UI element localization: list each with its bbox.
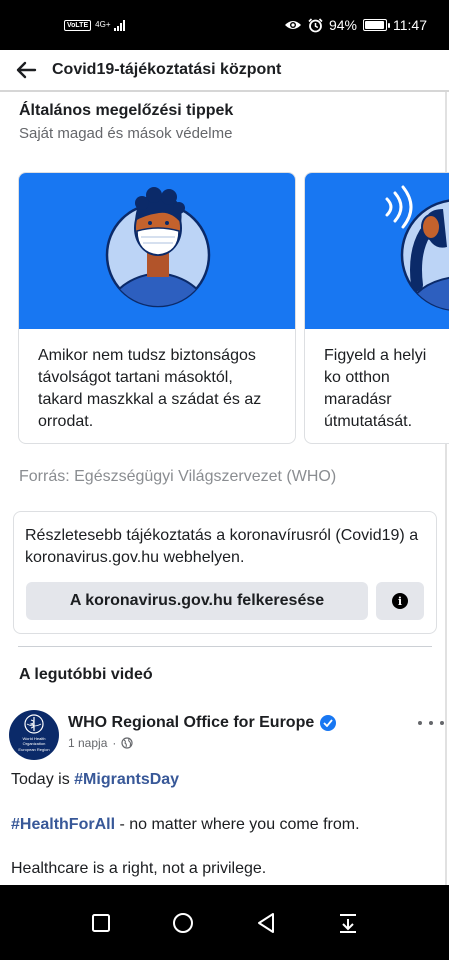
page-title: Covid19-tájékoztatási központ (52, 61, 282, 78)
tip-illustration (305, 173, 449, 329)
tip-text: Amikor nem tudsz biztonságos távolságot … (38, 347, 262, 430)
circle-home-icon (173, 912, 194, 933)
signal-icon (114, 19, 126, 31)
post-text: Today is (11, 771, 75, 788)
tip-card[interactable]: Figyeld a helyi ko otthon maradásr útmut… (304, 172, 449, 444)
divider (18, 646, 432, 647)
avatar-text: European Region (18, 747, 50, 752)
home-button[interactable] (163, 903, 203, 943)
source-caption: Forrás: Egészségügyi Világszervezet (WHO… (19, 468, 337, 485)
post-author: WHO Regional Office for Europe (68, 714, 337, 732)
post-line: #HealthForAll - no matter where you come… (11, 816, 360, 834)
meta-separator: · (112, 736, 117, 750)
eye-icon (284, 21, 301, 29)
info-button[interactable]: i (376, 582, 424, 620)
who-emblem-icon (24, 714, 44, 734)
globe-icon (121, 737, 133, 749)
post-meta: 1 napja · (68, 736, 133, 750)
volte-badge: VoLTE (64, 19, 92, 31)
triangle-back-icon (257, 912, 274, 933)
author-name[interactable]: WHO Regional Office for Europe (68, 714, 314, 732)
battery-icon (363, 19, 390, 31)
info-text: Részletesebb tájékoztatás a koronavírusr… (25, 527, 419, 566)
tip-illustration (19, 173, 295, 329)
tip-text: Figyeld a helyi ko otthon maradásr útmut… (324, 347, 427, 430)
notification-button[interactable] (328, 903, 368, 943)
latest-video-title: A legutóbbi videó (19, 666, 153, 683)
main-content[interactable]: Általános megelőzési tippek Saját magad … (0, 92, 449, 885)
post-text: - no matter where you come from. (115, 816, 360, 833)
network-type: 4G+ (95, 20, 111, 29)
more-options-button[interactable] (418, 716, 444, 730)
prevention-subtitle: Saját magad és mások védelme (19, 125, 233, 142)
person-listening-illustration (385, 185, 449, 311)
notification-pulldown-icon (339, 913, 356, 933)
hashtag-link[interactable]: #MigrantsDay (74, 771, 179, 788)
status-left: VoLTE 4G+ (64, 19, 126, 31)
clock: 11:47 (393, 17, 427, 33)
info-icon: i (392, 593, 408, 609)
avatar-text: Organization (22, 740, 46, 746)
post-line: Healthcare is a right, not a privilege. (11, 860, 267, 877)
avatar[interactable]: World Health Organization European Regio… (9, 710, 59, 760)
tip-card[interactable]: Amikor nem tudsz biztonságos távolságot … (18, 172, 296, 444)
verified-badge-icon (320, 715, 337, 731)
post-time[interactable]: 1 napja (68, 736, 107, 750)
masked-person-illustration (105, 187, 211, 308)
info-box: Részletesebb tájékoztatás a koronavírusr… (13, 511, 437, 634)
post-line: Today is #MigrantsDay (11, 771, 179, 789)
battery-percent: 94% (328, 17, 357, 33)
status-right: 94% 11:47 (284, 17, 427, 33)
status-bar: VoLTE 4G+ 94% 11:47 (0, 0, 449, 50)
prevention-title: Általános megelőzési tippek (19, 102, 234, 119)
alarm-icon (308, 17, 323, 32)
app-header: Covid19-tájékoztatási központ (0, 50, 449, 92)
recents-button[interactable] (81, 903, 121, 943)
visit-website-button[interactable]: A koronavirus.gov.hu felkeresése (26, 582, 368, 620)
square-recents-icon (92, 913, 111, 932)
hashtag-link[interactable]: #HealthForAll (11, 816, 115, 833)
back-nav-button[interactable] (246, 903, 286, 943)
system-nav-bar (0, 885, 449, 960)
arrow-left-icon (16, 61, 37, 79)
back-button[interactable] (0, 49, 52, 91)
